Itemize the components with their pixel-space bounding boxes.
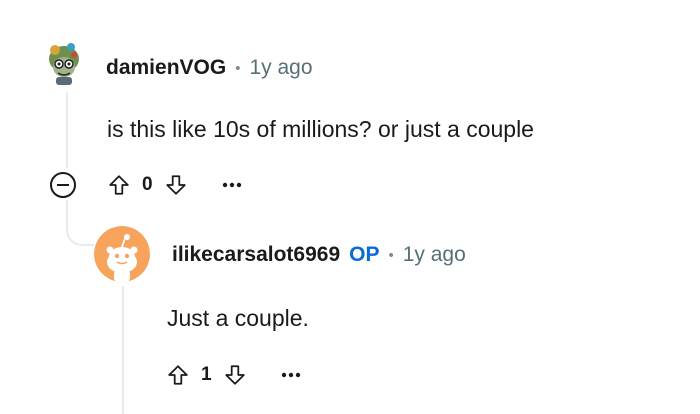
thread-line [66,92,68,168]
meta-separator: • [388,246,394,264]
downvote-arrow-icon[interactable] [220,360,250,390]
reply-actions: 1 [163,358,306,392]
comment-meta: damienVOG • 1y ago [106,53,313,83]
reply-username[interactable]: ilikecarsalot6969 [172,243,340,267]
reply-body: Just a couple. [167,305,309,331]
collapse-thread-icon[interactable] [50,172,76,198]
reply-timestamp[interactable]: 1y ago [403,243,466,267]
user-avatar[interactable] [38,37,90,89]
meta-separator: • [235,59,241,77]
downvote-arrow-icon[interactable] [161,170,191,200]
upvote-arrow-icon[interactable] [104,170,134,200]
vote-score: 0 [142,174,153,195]
reply-thread-line [122,286,124,414]
op-badge: OP [349,243,380,266]
reply-meta: ilikecarsalot6969 OP • 1y ago [172,240,466,270]
more-options-icon[interactable] [217,170,247,200]
username[interactable]: damienVOG [106,56,226,80]
reply-user-avatar[interactable] [94,226,150,282]
upvote-arrow-icon[interactable] [163,360,193,390]
timestamp[interactable]: 1y ago [249,56,312,80]
comment-actions: 0 [104,168,247,202]
comment-body: is this like 10s of millions? or just a … [107,116,534,142]
comment-thread: damienVOG • 1y ago is this like 10s of m… [0,0,700,414]
thread-connector [66,214,94,246]
vote-score: 1 [201,364,212,385]
more-options-icon[interactable] [276,360,306,390]
